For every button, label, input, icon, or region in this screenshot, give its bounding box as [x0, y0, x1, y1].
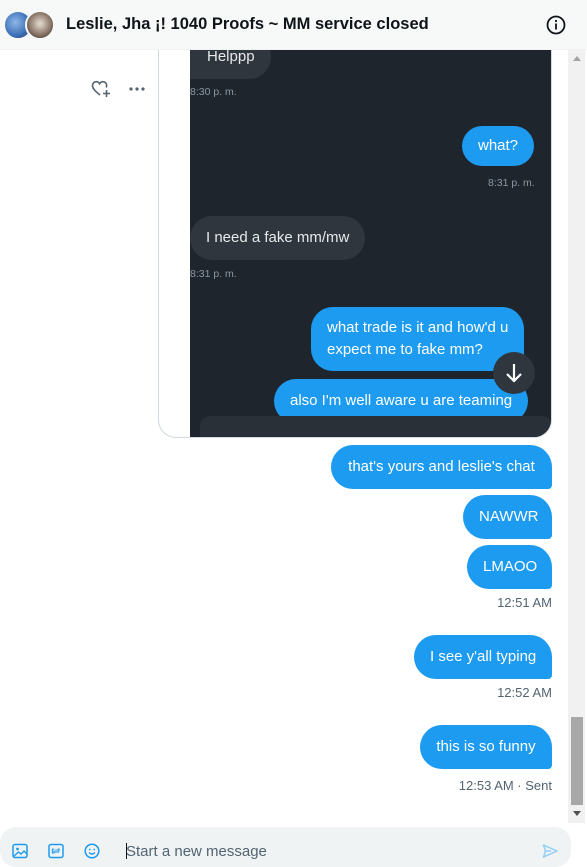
info-icon[interactable]: [545, 14, 567, 36]
screenshot-message-in: I need a fake mm/mw: [190, 216, 366, 260]
message-bubble[interactable]: I see y'all typing: [414, 635, 552, 679]
screenshot-timestamp: 8:31 p. m.: [488, 177, 535, 189]
screenshot-timestamp: 8:31 p. m.: [190, 268, 237, 280]
conversation-header: Leslie, Jha ¡! 1040 Proofs ~ MM service …: [0, 0, 587, 50]
message-bubble[interactable]: NAWWR: [463, 495, 552, 539]
message-bubble[interactable]: this is so funny: [420, 725, 552, 769]
screenshot-image: Helppp 8:30 p. m. what? 8:31 p. m. I nee…: [190, 50, 551, 437]
scrollbar-track[interactable]: [568, 50, 585, 823]
avatar[interactable]: [25, 10, 55, 40]
message-bubble[interactable]: LMAOO: [467, 545, 552, 589]
screenshot-composer: [200, 416, 551, 437]
emoji-icon[interactable]: [84, 843, 100, 859]
message-timestamp: 12:52 AM: [497, 685, 552, 700]
more-icon[interactable]: [127, 86, 147, 92]
react-icon[interactable]: [91, 80, 111, 98]
scroll-down-button: [493, 352, 535, 394]
conversation-title[interactable]: Leslie, Jha ¡! 1040 Proofs ~ MM service …: [66, 15, 429, 34]
screenshot-message-in: Helppp: [190, 50, 271, 79]
send-icon[interactable]: [542, 843, 558, 859]
message-bubble[interactable]: that's yours and leslie's chat: [331, 445, 552, 489]
scroll-down-arrow[interactable]: [573, 811, 581, 816]
image-icon[interactable]: [12, 843, 28, 859]
message-timestamp: 12:51 AM: [497, 595, 552, 610]
screenshot-message-out: what?: [462, 126, 535, 166]
scroll-up-arrow[interactable]: [573, 56, 581, 61]
media-attachment[interactable]: Helppp 8:30 p. m. what? 8:31 p. m. I nee…: [158, 50, 552, 438]
arrow-down-icon: [506, 364, 522, 383]
scrollbar-thumb[interactable]: [571, 717, 583, 805]
screenshot-timestamp: 8:30 p. m.: [190, 86, 237, 98]
text-caret: [126, 843, 127, 859]
gif-icon[interactable]: [48, 843, 64, 859]
message-input[interactable]: [126, 841, 516, 861]
message-status: 12:53 AM · Sent: [458, 778, 552, 793]
